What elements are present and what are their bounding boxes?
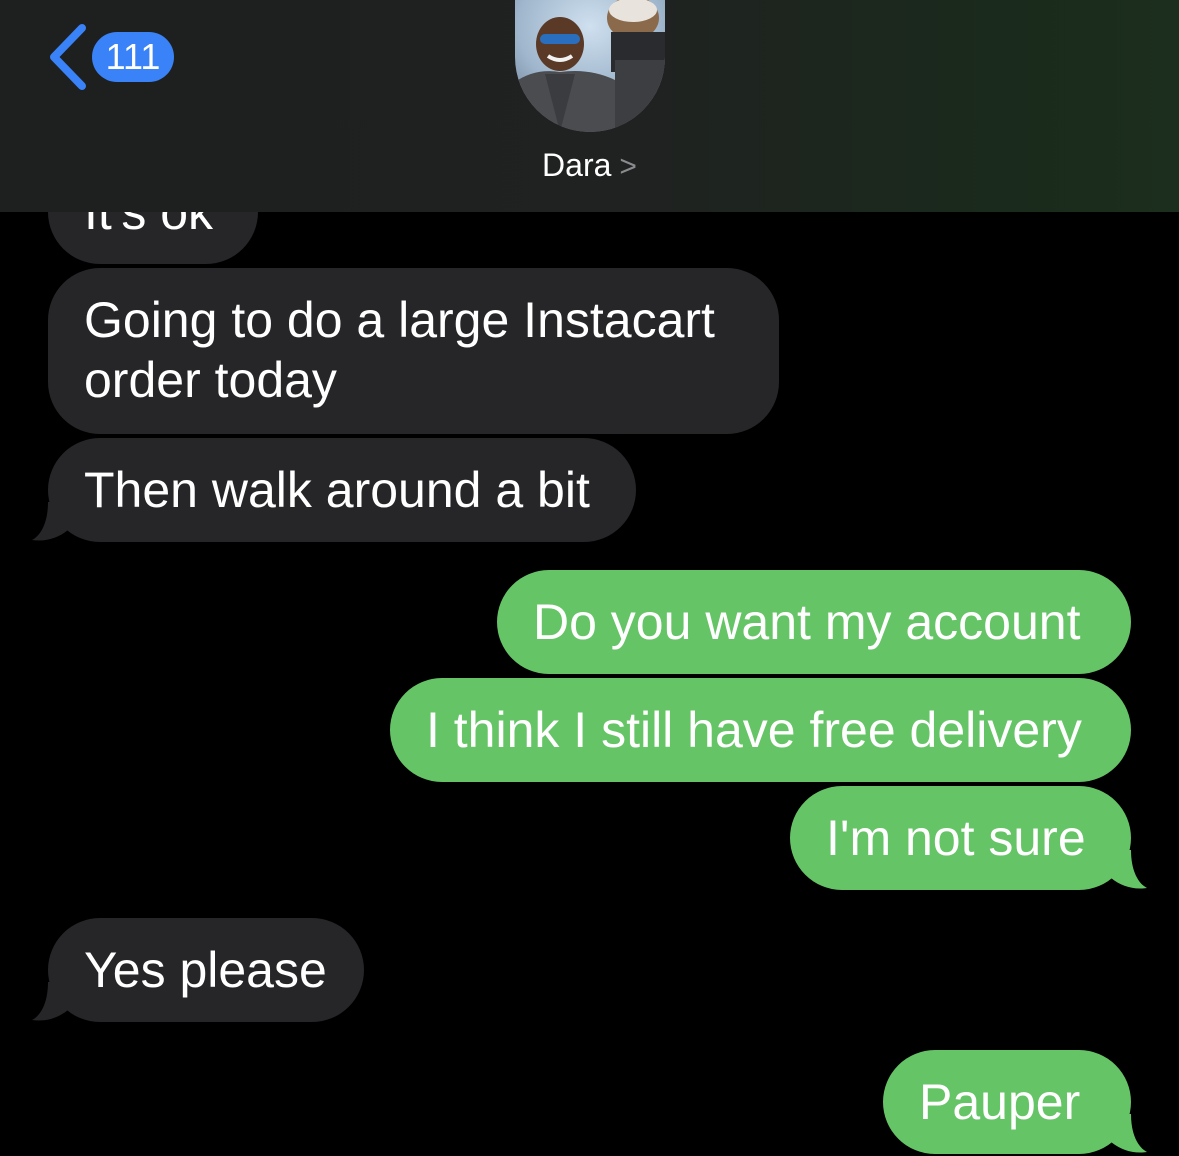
bubble-tail-icon <box>1111 850 1147 889</box>
message-text: Going to do a large Instacart order toda… <box>84 292 715 408</box>
bubble-tail-icon <box>32 502 68 541</box>
message-bubble-sent[interactable]: Do you want my account <box>497 570 1131 674</box>
message-bubble-received[interactable]: Yes please <box>32 918 364 1022</box>
avatar-photo-icon <box>515 0 665 132</box>
message-text: Yes please <box>84 942 327 998</box>
back-button[interactable]: 111 <box>44 22 174 92</box>
conversation-header: 111 Dara > <box>0 0 1179 212</box>
contact-avatar[interactable] <box>515 0 665 132</box>
message-bubble-sent[interactable]: I think I still have free delivery <box>390 678 1131 782</box>
chevron-left-icon <box>50 24 86 90</box>
contact-name-button[interactable]: Dara > <box>0 140 1179 192</box>
bubble-tail-icon <box>32 982 68 1021</box>
message-bubble-sent[interactable]: I'm not sure <box>790 786 1147 890</box>
message-bubble-received[interactable]: Then walk around a bit <box>32 438 636 542</box>
chevron-right-icon: > <box>619 150 637 183</box>
unread-count-badge: 111 <box>92 32 174 82</box>
contact-name: Dara <box>542 147 612 183</box>
message-text: Then walk around a bit <box>84 462 590 518</box>
message-text: Do you want my account <box>533 594 1081 650</box>
message-text: Pauper <box>919 1074 1081 1130</box>
bubble-tail-icon <box>1111 1114 1147 1153</box>
message-bubble-received[interactable]: Going to do a large Instacart order toda… <box>48 268 779 434</box>
message-bubble-sent[interactable]: Pauper <box>883 1050 1147 1154</box>
message-text: I think I still have free delivery <box>426 702 1082 758</box>
message-text: I'm not sure <box>826 810 1086 866</box>
